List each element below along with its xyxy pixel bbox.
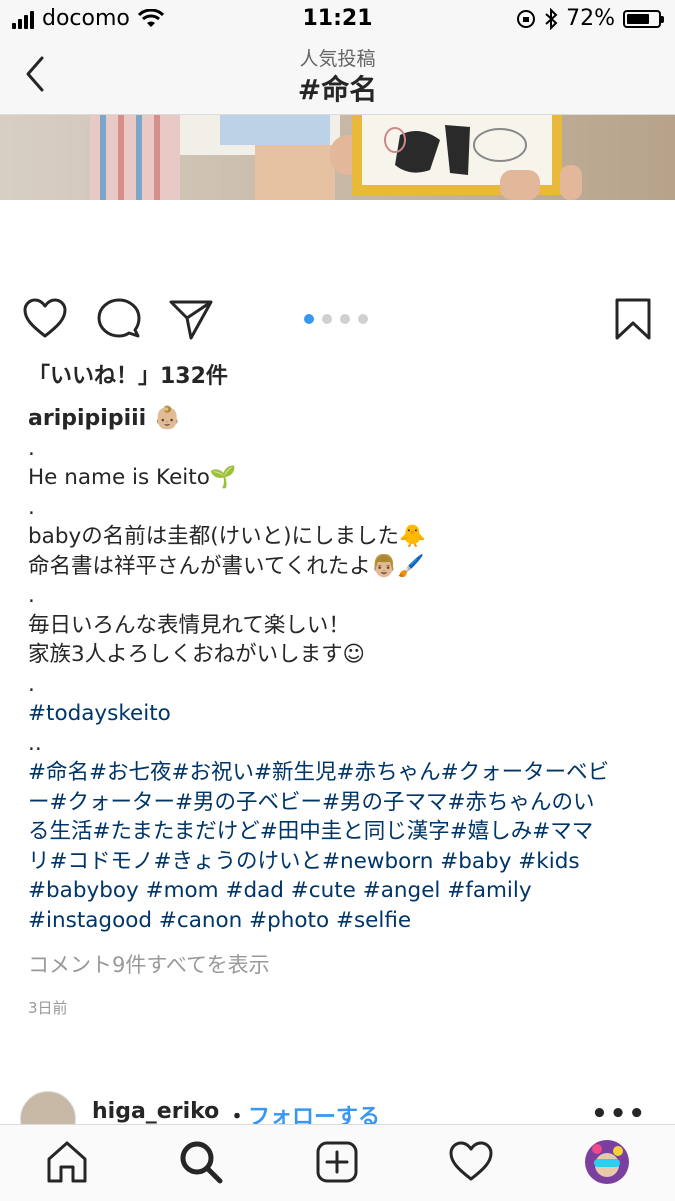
separator: ・ [226,1105,249,1125]
page-title: #命名 [297,73,378,106]
next-post-username[interactable]: higa_eriko [92,1099,219,1124]
likes-count[interactable]: 「いいね！」132件 [28,358,648,396]
caption-hashtags[interactable]: #babyboy #mom #dad #cute #angel #family [28,876,648,906]
caption-line: babyの名前は圭都(けいと)にしました🐥 [28,524,426,549]
caption-hashtags[interactable]: #命名#お七夜#お祝い#新生児#赤ちゃん#クォーターベビ [28,758,648,788]
home-icon[interactable] [44,1139,90,1185]
more-options-button[interactable]: ••• [591,1099,647,1125]
bookmark-icon[interactable] [610,296,656,342]
caption-line: He name is Keito🌱 [28,465,237,490]
comment-bubble-icon[interactable] [96,296,142,342]
post-caption: aripipipiii 👶🏼. He name is Keito🌱. babyの名前… [28,404,648,935]
caption-line: . [28,435,35,461]
caption-line: 毎日いろんな表情見れて楽しい！ [28,612,350,638]
avatar[interactable] [20,1091,76,1125]
battery-icon [623,9,664,28]
caption-line: . [28,583,35,608]
nav-bar: 人気投稿 #命名 [0,38,675,115]
carousel-dot [358,314,368,324]
caption-line: 家族3人よろしくおねがいします☺︎ [28,642,366,667]
post-actions [0,290,675,350]
post-timestamp: 3日前 [28,999,68,1017]
carousel-dot [340,314,350,324]
caption-hashtags[interactable]: ー#クォーター#男の子ベビー#男の子ママ#赤ちゃんのい [28,788,648,818]
carousel-dot [322,314,332,324]
caption-username[interactable]: aripipipiii 👶🏼 [28,404,648,434]
caption-hashtags[interactable]: リ#コドモノ#きょうのけいと#newborn #baby #kids [28,847,648,877]
bluetooth-icon [545,7,558,30]
next-post-header: higa_eriko ・ フォローする ••• [0,1085,675,1125]
follow-button[interactable]: フォローする [248,1099,380,1125]
post-image-graphic [0,115,675,200]
orientation-lock-icon [517,9,536,28]
caption-line: .. [28,730,42,756]
carousel-dot [304,314,314,324]
post-image[interactable] [0,115,675,200]
view-all-comments-link[interactable]: コメント9件すべてを表示 [28,949,648,979]
like-heart-icon[interactable] [22,296,68,342]
caption-hashtags[interactable]: #instagood #canon #photo #selfie [28,906,648,936]
status-bar: docomo 11:21 72% [0,0,675,38]
carousel-indicator [304,314,368,324]
caption-hashtags[interactable]: #todayskeito [28,699,648,729]
post-details: 「いいね！」132件 aripipipiii 👶🏼. He name is Kei… [28,358,648,1018]
battery-percent: 72% [566,6,615,31]
tab-bar [0,1124,675,1201]
search-icon[interactable] [178,1139,224,1185]
nav-subtitle: 人気投稿 [299,48,376,70]
status-icons: 72% [516,6,664,31]
caption-line: . [28,494,35,520]
share-paperplane-icon[interactable] [168,296,214,342]
profile-avatar-icon[interactable] [584,1139,630,1185]
new-post-icon[interactable] [314,1139,360,1185]
activity-heart-icon[interactable] [448,1139,494,1185]
caption-line: 命名書は祥平さんが書いてくれたよ👨🏼🖌️ [28,553,425,579]
caption-line: . [28,671,35,697]
caption-hashtags[interactable]: る生活#たまたまだけど#田中圭と同じ漢字#嬉しみ#ママ [28,817,648,847]
